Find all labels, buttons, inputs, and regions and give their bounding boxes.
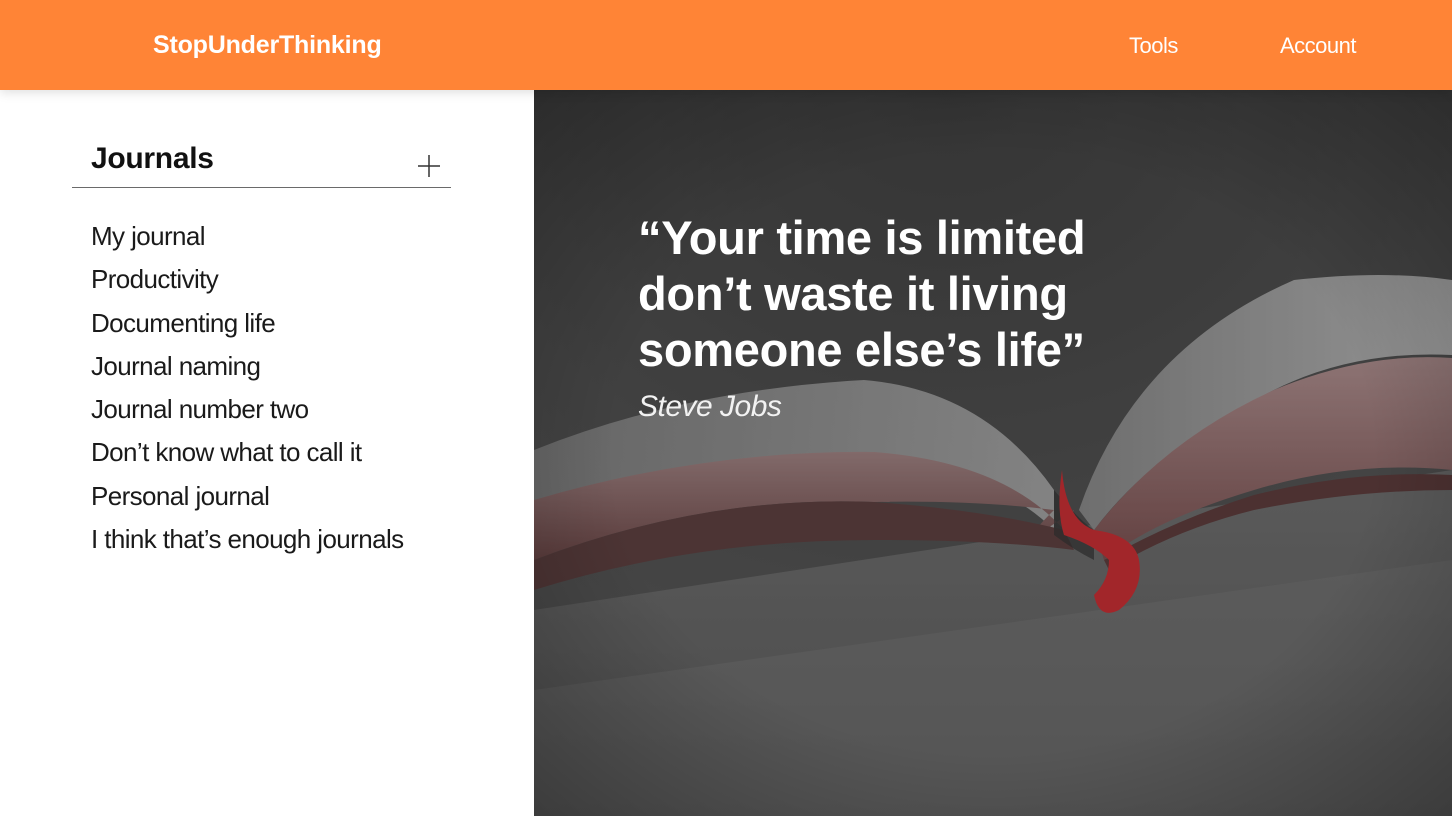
top-header: StopUnderThinking Tools Account (0, 0, 1452, 90)
journal-item-productivity[interactable]: Productivity (91, 258, 404, 301)
journals-sidebar: Journals My journal Productivity Documen… (0, 90, 534, 816)
journal-item-journal-number-two[interactable]: Journal number two (91, 388, 404, 431)
nav-tools-link[interactable]: Tools (1129, 33, 1178, 59)
open-book-image (534, 90, 1452, 816)
journal-item-personal-journal[interactable]: Personal journal (91, 475, 404, 518)
quote-hero: “Your time is limited don’t waste it liv… (534, 90, 1452, 816)
quote-author: Steve Jobs (638, 390, 782, 423)
journals-heading: Journals (91, 142, 214, 175)
journal-item-journal-naming[interactable]: Journal naming (91, 345, 404, 388)
plus-icon (418, 155, 440, 177)
brand-logo[interactable]: StopUnderThinking (153, 31, 382, 60)
quote-line: someone else’s life” (638, 323, 1085, 376)
journal-item-enough-journals[interactable]: I think that’s enough journals (91, 518, 404, 561)
journals-divider (72, 187, 451, 188)
journal-item-documenting-life[interactable]: Documenting life (91, 302, 404, 345)
quote-text: “Your time is limited don’t waste it liv… (638, 210, 1158, 378)
journal-item-my-journal[interactable]: My journal (91, 215, 404, 258)
quote-line: don’t waste it living (638, 267, 1068, 320)
journal-list: My journal Productivity Documenting life… (91, 215, 404, 561)
quote-line: “Your time is limited (638, 211, 1086, 264)
nav-account-link[interactable]: Account (1280, 33, 1357, 59)
journal-item-dont-know[interactable]: Don’t know what to call it (91, 431, 404, 474)
add-journal-button[interactable] (416, 153, 442, 179)
